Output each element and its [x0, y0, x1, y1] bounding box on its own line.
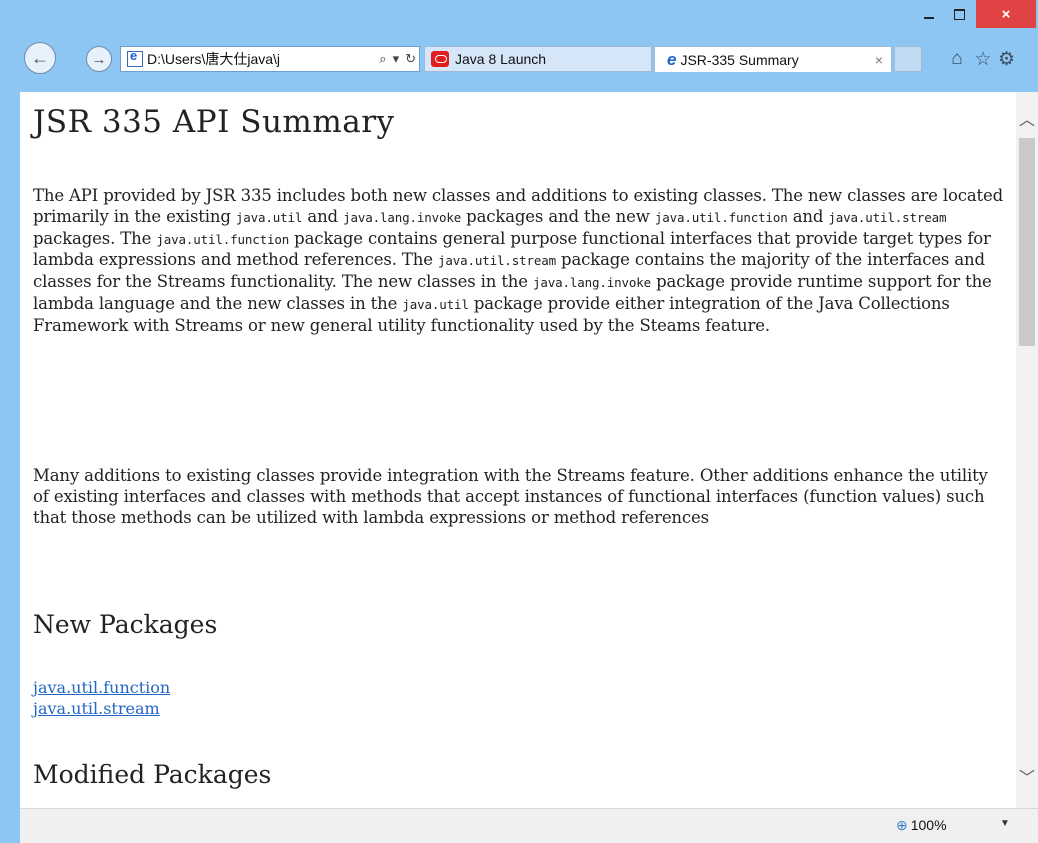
page-title: JSR 335 API Summary [33, 104, 395, 140]
page-icon [127, 48, 143, 67]
additions-paragraph: Many additions to existing classes provi… [33, 466, 988, 527]
link-java-util-stream[interactable]: java.util.stream [33, 699, 170, 720]
code-package-name: java.lang.invoke [343, 209, 462, 225]
new-packages-heading: New Packages [33, 610, 218, 639]
new-packages-list: java.util.function java.util.stream [33, 678, 170, 720]
scroll-up-icon[interactable]: ︿ [1016, 106, 1038, 130]
page-content: JSR 335 API Summary The API provided by … [20, 92, 1016, 808]
minimize-icon [924, 17, 934, 19]
tab-label: Java 8 Launch [455, 51, 547, 67]
code-package-name: java.util [402, 296, 469, 312]
zoom-dropdown-icon[interactable]: ▼ [1000, 818, 1010, 829]
address-dropdown-icon[interactable]: ▾ [390, 51, 403, 67]
zoom-level: 100% [910, 817, 947, 833]
ie-icon: e [667, 49, 677, 69]
paragraph-text: packages and the new [461, 206, 655, 226]
java-icon [431, 51, 449, 67]
home-icon[interactable]: ⌂ [946, 48, 968, 70]
zoom-icon: ⊕ [896, 817, 908, 833]
code-package-name: java.util.stream [437, 253, 556, 269]
vertical-scrollbar[interactable]: ︿ ﹀ [1016, 92, 1038, 808]
scroll-thumb[interactable] [1019, 138, 1035, 346]
new-tab-button[interactable] [894, 46, 922, 72]
tab-jsr-335-summary[interactable]: e JSR-335 Summary × [654, 46, 892, 72]
tab-label: JSR-335 Summary [680, 51, 799, 68]
search-icon[interactable]: ⌕ [376, 51, 389, 67]
zoom-control[interactable]: ⊕ 100% [896, 817, 947, 834]
scroll-down-icon[interactable]: ﹀ [1016, 764, 1038, 788]
intro-paragraph: The API provided by JSR 335 includes bot… [33, 186, 1008, 337]
status-bar: ⊕ 100% ▼ [20, 808, 1038, 843]
gear-icon[interactable]: ⚙ [998, 48, 1038, 70]
tab-close-icon[interactable]: × [875, 52, 883, 68]
link-java-util-function[interactable]: java.util.function [33, 678, 170, 699]
forward-button[interactable]: → [86, 46, 112, 72]
code-package-name: java.util.function [654, 209, 788, 225]
tab-java-8-launch[interactable]: Java 8 Launch [424, 46, 652, 72]
code-package-name: java.lang.invoke [533, 275, 652, 291]
code-package-name: java.util.stream [828, 209, 947, 225]
code-package-name: java.util.function [156, 231, 290, 247]
maximize-icon [953, 8, 965, 20]
back-arrow-icon: ← [31, 47, 49, 68]
close-window-button[interactable]: × [976, 0, 1036, 28]
back-button[interactable]: ← [24, 42, 56, 74]
star-icon[interactable]: ☆ [972, 48, 994, 70]
code-package-name: java.util [235, 209, 303, 225]
forward-arrow-icon: → [91, 50, 107, 68]
paragraph-text: packages. The [33, 228, 157, 248]
address-input[interactable]: D:\Users\唐大仕java\j [147, 49, 376, 69]
paragraph-text: and [302, 206, 344, 226]
maximize-button[interactable] [944, 0, 974, 28]
modified-packages-heading: Modified Packages [33, 760, 272, 789]
address-bar[interactable]: D:\Users\唐大仕java\j ⌕ ▾ ↻ [120, 46, 420, 72]
refresh-icon[interactable]: ↻ [402, 51, 419, 67]
paragraph-text: and [787, 206, 829, 226]
minimize-button[interactable] [914, 0, 944, 28]
